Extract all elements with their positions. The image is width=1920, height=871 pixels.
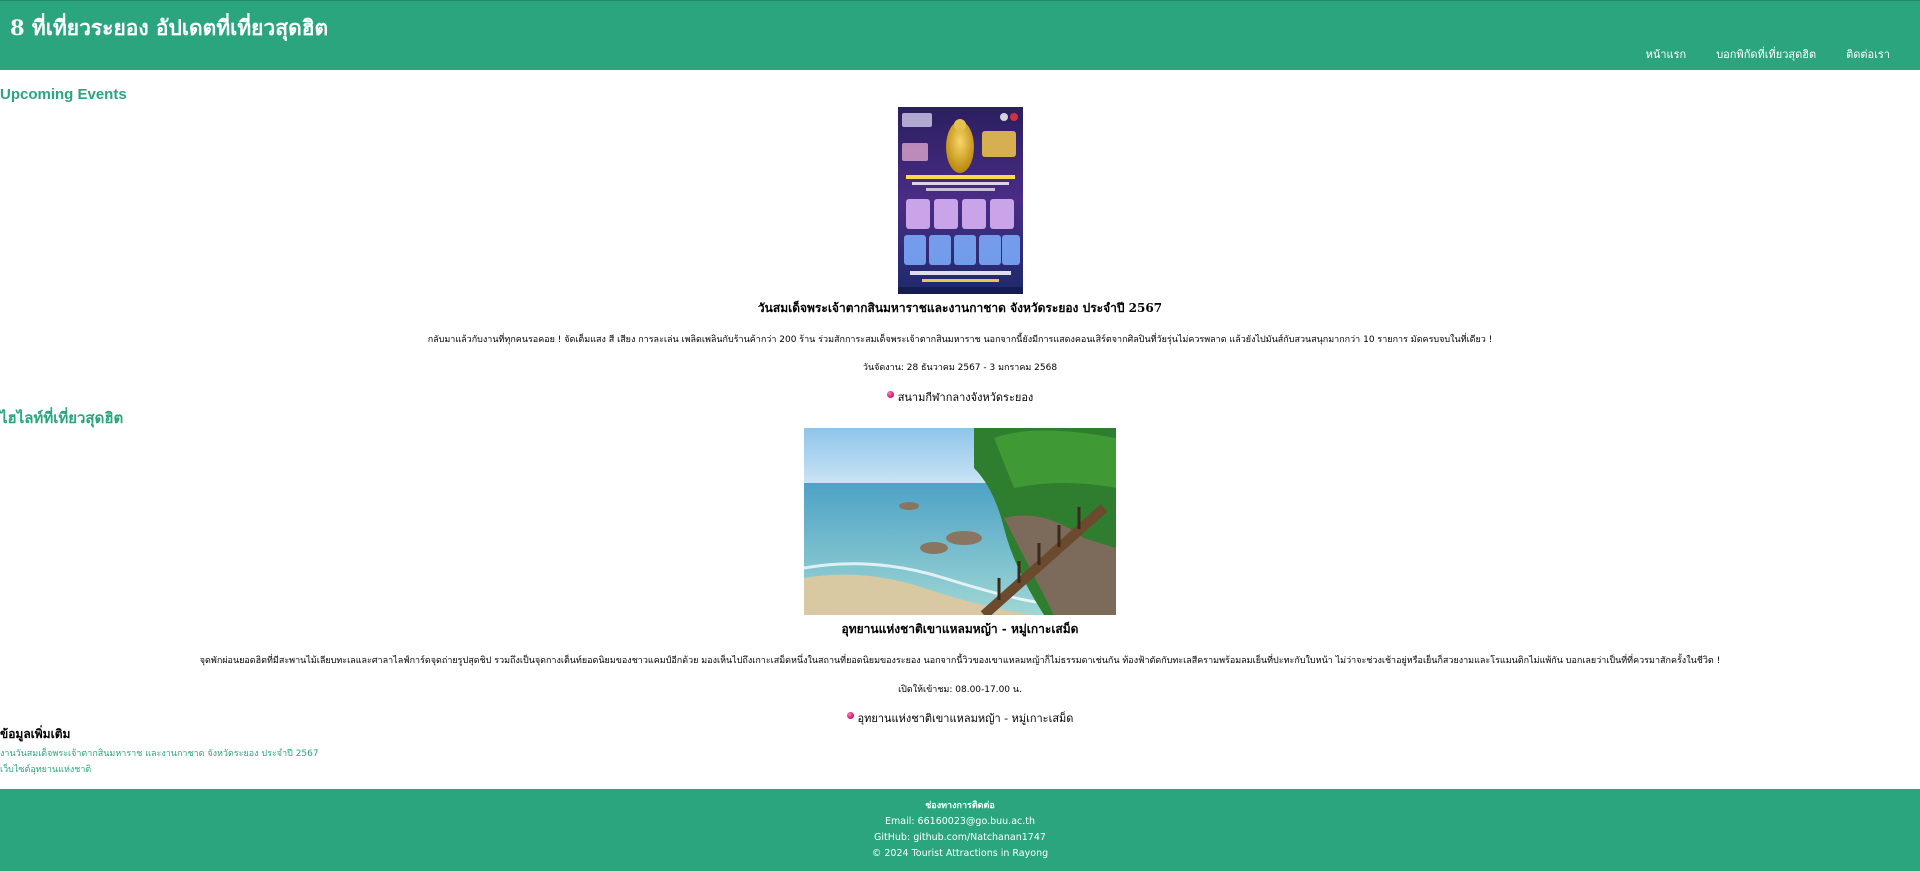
highlight-hours: เปิดให้เข้าชม: 08.00-17.00 น. <box>898 685 1022 695</box>
highlights-heading: ไฮไลท์ที่เที่ยวสุดฮิต <box>0 410 124 427</box>
link-national-park[interactable]: เว็บไซต์อุทยานแห่งชาติ <box>0 762 91 776</box>
footer-heading: ช่องทางการติดต่อ <box>925 801 995 811</box>
link-event-info[interactable]: งานวันสมเด็จพระเจ้าตากสินมหาราช และงานกา… <box>0 746 319 760</box>
nav-contact[interactable]: ติดต่อเรา <box>1846 45 1890 63</box>
location-pin-icon <box>886 391 894 398</box>
highlight-description: จุดพักผ่อนยอดฮิตที่มีสะพานไม้เลียบทะเลแล… <box>199 656 1721 666</box>
footer-github: GitHub: github.com/Natchanan1747 <box>874 832 1046 843</box>
event-location: สนามกีฬากลางจังหวัดระยอง <box>0 388 1920 406</box>
event-description: กลับมาแล้วกับงานที่ทุกคนรอคอย ! จัดเต็มแ… <box>427 335 1493 345</box>
beach-image <box>804 428 1116 615</box>
location-pin-icon <box>846 712 854 719</box>
more-info-heading: ข้อมูลเพิ่มเติม <box>0 727 71 741</box>
event-location-label: สนามกีฬากลางจังหวัดระยอง <box>897 391 1034 404</box>
site-header: 8 ที่เที่ยวระยอง อัปเดตที่เที่ยวสุดฮิต ห… <box>0 0 1920 70</box>
event-poster-image <box>898 107 1023 294</box>
highlight-title: อุทยานแห่งชาติเขาแหลมหญ้า - หมู่เกาะเสม็… <box>841 622 1079 636</box>
site-footer: ช่องทางการติดต่อ Email: 66160023@go.buu.… <box>0 789 1920 871</box>
event-title: วันสมเด็จพระเจ้าตากสินมหาราชและงานกาชาด … <box>757 301 1163 315</box>
events-heading: Upcoming Events <box>0 86 127 103</box>
highlight-location: อุทยานแห่งชาติเขาแหลมหญ้า - หมู่เกาะเสม็… <box>0 709 1920 727</box>
nav-hot-spots[interactable]: บอกพิกัดที่เที่ยวสุดฮิต <box>1716 45 1816 63</box>
main-nav: หน้าแรก บอกพิกัดที่เที่ยวสุดฮิต ติดต่อเร… <box>1646 45 1890 63</box>
nav-home[interactable]: หน้าแรก <box>1646 45 1687 63</box>
footer-email: Email: 66160023@go.buu.ac.th <box>884 816 1036 827</box>
highlight-location-label: อุทยานแห่งชาติเขาแหลมหญ้า - หมู่เกาะเสม็… <box>857 712 1074 725</box>
event-date: วันจัดงาน: 28 ธันวาคม 2567 - 3 มกราคม 25… <box>862 363 1058 373</box>
footer-copyright: © 2024 Tourist Attractions in Rayong <box>871 848 1049 859</box>
site-title: 8 ที่เที่ยวระยอง อัปเดตที่เที่ยวสุดฮิต <box>10 15 329 40</box>
